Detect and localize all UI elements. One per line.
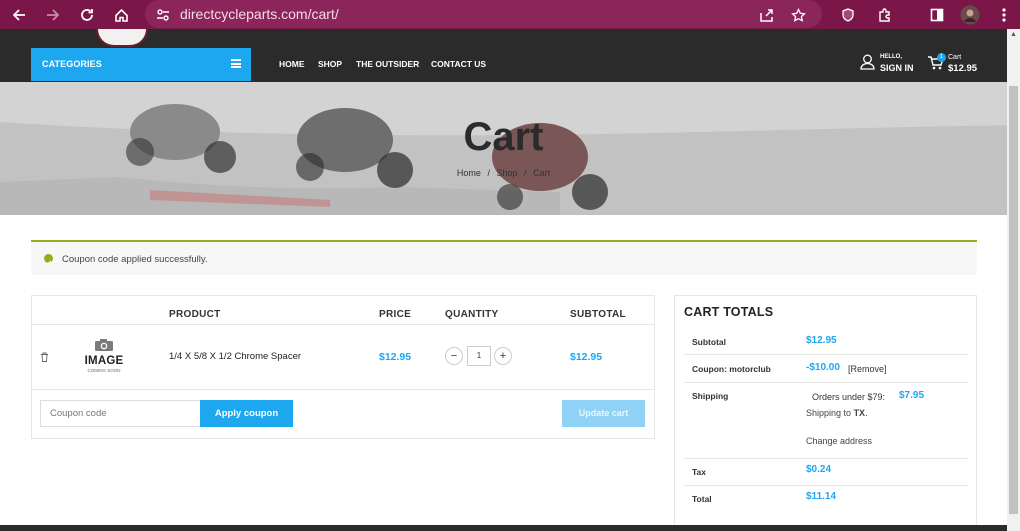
scrollbar-thumb[interactable]: [1009, 86, 1018, 514]
product-price: $12.95: [379, 351, 412, 363]
signin-link[interactable]: SIGN IN: [880, 63, 914, 73]
categories-label: CATEGORIES: [42, 59, 102, 69]
bottom-bar: [0, 525, 1007, 531]
remove-coupon-link[interactable]: [Remove]: [848, 364, 887, 374]
product-name[interactable]: 1/4 X 5/8 X 1/2 Chrome Spacer: [169, 351, 301, 362]
cart-count-badge: 1: [937, 53, 946, 62]
signin-greeting: HELLO,: [880, 54, 902, 60]
url-text[interactable]: directcycleparts.com/cart/: [180, 6, 339, 22]
subtotal-value: $12.95: [806, 335, 837, 346]
breadcrumb: Home / Shop / Cart: [0, 168, 1007, 178]
share-icon[interactable]: [755, 4, 777, 26]
quantity-decrease-button[interactable]: −: [445, 347, 463, 365]
quantity-input[interactable]: 1: [467, 346, 491, 366]
browser-toolbar: directcycleparts.com/cart/: [0, 0, 1020, 29]
cart-label: Cart: [948, 54, 962, 61]
hamburger-icon: [231, 59, 241, 68]
cart-totals-title: CART TOTALS: [684, 305, 774, 319]
tax-label: Tax: [692, 467, 707, 477]
shipping-cost: $7.95: [899, 390, 925, 401]
success-notice: Coupon code applied successfully.: [31, 240, 977, 275]
breadcrumb-separator: /: [524, 168, 527, 178]
breadcrumb-home[interactable]: Home: [457, 168, 481, 178]
totals-divider: [684, 485, 968, 486]
total-label: Total: [692, 494, 712, 504]
cart-total[interactable]: $12.95: [948, 63, 977, 74]
image-placeholder-subtext: COMING SOON: [87, 368, 121, 373]
totals-divider: [684, 382, 968, 383]
table-divider: [31, 324, 655, 325]
breadcrumb-cart: Cart: [533, 168, 551, 178]
home-icon[interactable]: [110, 4, 132, 26]
forward-icon[interactable]: [42, 4, 64, 26]
subtotal-label: Subtotal: [692, 337, 726, 347]
header-price: PRICE: [379, 309, 412, 320]
totals-divider: [684, 354, 968, 355]
quantity-increase-button[interactable]: +: [494, 347, 512, 365]
header-subtotal: SUBTOTAL: [570, 309, 626, 320]
header-product: PRODUCT: [169, 309, 221, 320]
shipping-state: TX: [853, 408, 866, 418]
shipping-method: Orders under $79:: [812, 392, 886, 402]
trash-icon[interactable]: [40, 349, 49, 367]
back-icon[interactable]: [8, 4, 30, 26]
menu-home[interactable]: HOME: [279, 59, 305, 69]
image-placeholder-text: IMAGE: [84, 355, 124, 367]
menu-the-outsider[interactable]: THE OUTSIDER: [356, 59, 419, 69]
table-divider: [31, 389, 655, 390]
coupon-discount-value: -$10.00: [806, 362, 840, 373]
scroll-up-arrow[interactable]: ▲: [1010, 31, 1017, 38]
bookmark-star-icon[interactable]: [787, 4, 809, 26]
product-image-placeholder[interactable]: IMAGE COMING SOON: [78, 338, 130, 376]
extensions-puzzle-icon[interactable]: [873, 4, 895, 26]
browser-menu-icon[interactable]: [993, 4, 1015, 26]
site-info-icon[interactable]: [152, 4, 174, 26]
profile-avatar-icon[interactable]: [959, 4, 981, 26]
total-value: $11.14: [806, 491, 837, 502]
reload-icon[interactable]: [76, 4, 98, 26]
notice-text: Coupon code applied successfully.: [62, 254, 208, 265]
shield-extension-icon[interactable]: [837, 4, 859, 26]
breadcrumb-separator: /: [487, 168, 490, 178]
update-cart-button[interactable]: Update cart: [562, 400, 645, 427]
menu-contact-us[interactable]: CONTACT US: [431, 59, 486, 69]
breadcrumb-shop[interactable]: Shop: [496, 168, 517, 178]
shipping-label: Shipping: [692, 391, 729, 401]
menu-shop[interactable]: SHOP: [318, 59, 342, 69]
product-subtotal: $12.95: [570, 351, 603, 363]
tax-value: $0.24: [806, 464, 832, 475]
change-address-link[interactable]: Change address: [806, 436, 872, 446]
coupon-code-input[interactable]: Coupon code: [40, 400, 202, 427]
totals-divider: [684, 458, 968, 459]
page-title: Cart: [463, 115, 544, 159]
shipping-to-label: Shipping to: [806, 408, 852, 418]
sidebar-icon[interactable]: [926, 4, 948, 26]
coupon-label: Coupon: motorclub: [692, 364, 771, 374]
shipping-period: .: [865, 408, 868, 418]
user-icon[interactable]: [860, 54, 875, 75]
shipping-destination: Shipping to TX.: [806, 408, 868, 418]
categories-button[interactable]: CATEGORIES: [31, 48, 251, 81]
check-circle-icon: [44, 254, 53, 265]
header-quantity: QUANTITY: [445, 309, 499, 320]
apply-coupon-button[interactable]: Apply coupon: [200, 400, 293, 427]
